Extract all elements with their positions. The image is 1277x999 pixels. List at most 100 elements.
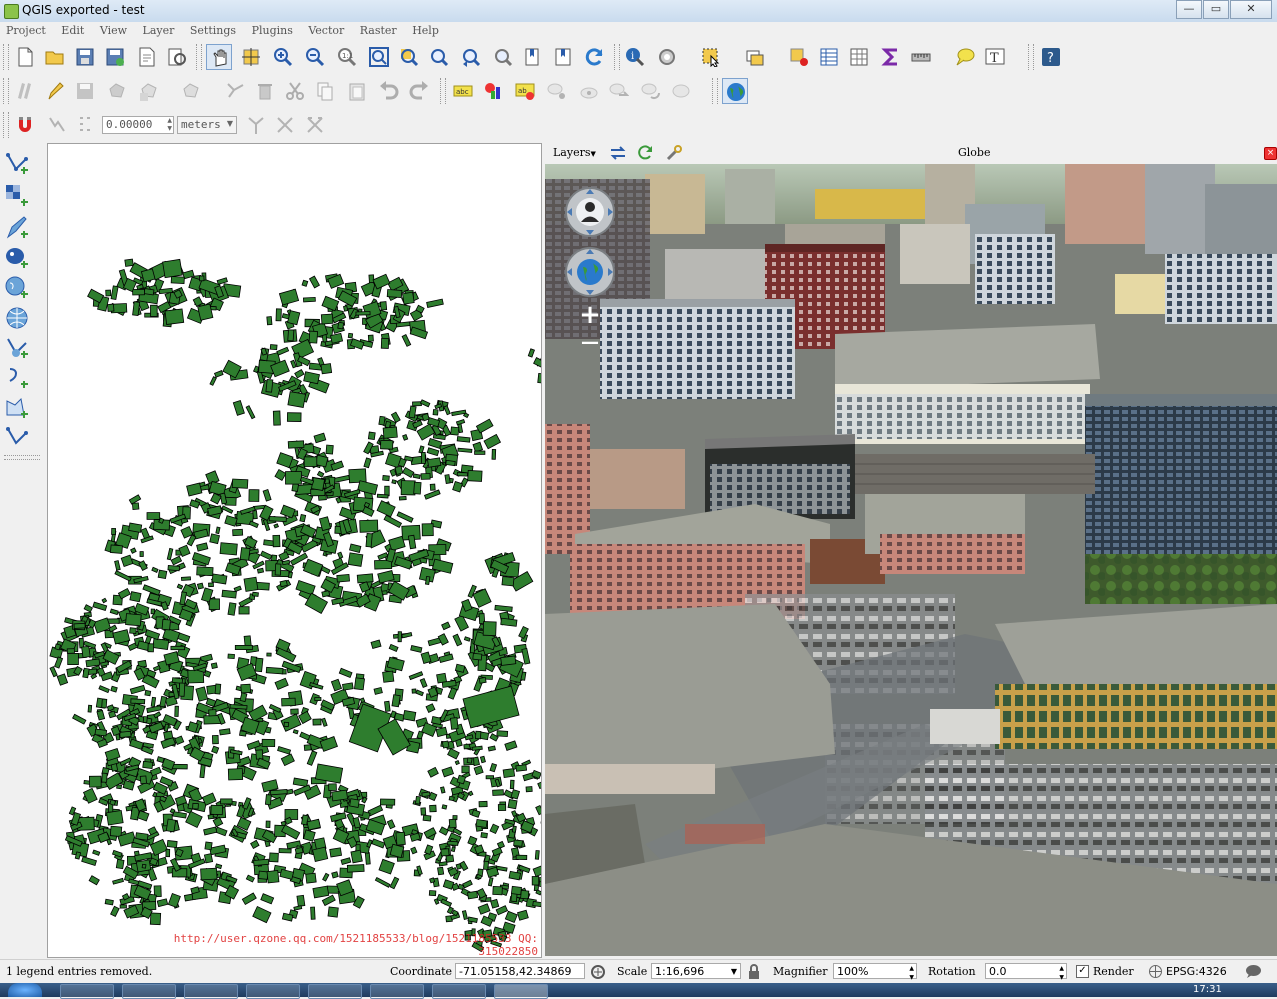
- pan-to-selection-icon[interactable]: [238, 44, 264, 70]
- snapping-intersection-icon[interactable]: [272, 112, 298, 138]
- refresh-globe-icon[interactable]: [637, 144, 655, 162]
- new-shapefile-icon[interactable]: [4, 395, 30, 421]
- zoom-full-icon[interactable]: [366, 44, 392, 70]
- zoom-in-icon[interactable]: [270, 44, 296, 70]
- show-hide-labels-icon[interactable]: [576, 78, 602, 104]
- label-icon[interactable]: abc: [450, 78, 476, 104]
- add-spatialite-icon[interactable]: [4, 275, 30, 301]
- cut-features-icon[interactable]: [282, 78, 308, 104]
- help-icon[interactable]: ?: [1038, 44, 1064, 70]
- refresh-icon[interactable]: [582, 44, 608, 70]
- crs-icon[interactable]: [1148, 964, 1163, 979]
- node-tool-icon[interactable]: [178, 78, 204, 104]
- units-select[interactable]: meters ▼: [177, 116, 237, 134]
- snapping-type-icon[interactable]: [44, 112, 70, 138]
- menu-project[interactable]: Project: [0, 22, 52, 37]
- add-virtual-layer-icon[interactable]: [4, 425, 30, 451]
- pan-icon[interactable]: [206, 44, 232, 70]
- edits-icon[interactable]: [12, 78, 38, 104]
- toolbar-grip[interactable]: [3, 44, 9, 70]
- move-label-icon[interactable]: [606, 78, 632, 104]
- zoom-last-icon[interactable]: [458, 44, 484, 70]
- toolbar-grip[interactable]: [3, 78, 9, 104]
- snapping-vertex-icon[interactable]: [74, 112, 100, 138]
- copy-features-icon[interactable]: [312, 78, 338, 104]
- coordinate-field[interactable]: -71.05158,42.34869: [455, 963, 585, 979]
- statistics-icon[interactable]: [878, 44, 904, 70]
- measure-tool-icon[interactable]: [654, 44, 680, 70]
- menu-layer[interactable]: Layer: [137, 22, 181, 37]
- globe-icon[interactable]: [722, 78, 748, 104]
- menu-view[interactable]: View: [94, 22, 133, 37]
- toolbar-grip[interactable]: [712, 78, 718, 104]
- close-panel-icon[interactable]: ×: [1264, 147, 1277, 160]
- add-delimited-text-icon[interactable]: [4, 215, 30, 241]
- pin-labels-icon[interactable]: [544, 78, 570, 104]
- toolbar-grip[interactable]: [4, 455, 40, 460]
- toolbar-grip[interactable]: [614, 44, 620, 70]
- crs-status[interactable]: EPSG:4326: [1166, 965, 1227, 978]
- lock-scale-icon[interactable]: [747, 964, 761, 980]
- show-bookmarks-icon[interactable]: [550, 44, 576, 70]
- menu-edit[interactable]: Edit: [55, 22, 90, 37]
- toolbar-grip[interactable]: [3, 112, 9, 138]
- save-as-icon[interactable]: [102, 44, 128, 70]
- new-bookmark-icon[interactable]: [520, 44, 546, 70]
- add-raster-layer-icon[interactable]: [4, 183, 30, 209]
- menu-help[interactable]: Help: [406, 22, 445, 37]
- rotate-label-icon[interactable]: [638, 78, 664, 104]
- select-by-expression-icon[interactable]: [742, 44, 768, 70]
- new-project-icon[interactable]: [12, 44, 38, 70]
- zoom-out-icon[interactable]: [302, 44, 328, 70]
- menu-raster[interactable]: Raster: [354, 22, 403, 37]
- zoom-layer-icon[interactable]: [426, 44, 452, 70]
- toggle-editing-icon[interactable]: [42, 78, 68, 104]
- text-annotation-icon[interactable]: T: [982, 44, 1008, 70]
- scale-select[interactable]: 1:16,696 ▼: [651, 963, 741, 979]
- map-canvas[interactable]: http://user.qzone.qq.com/1521185533/blog…: [47, 143, 542, 958]
- add-postgis-icon[interactable]: [4, 245, 30, 271]
- render-checkbox[interactable]: ✓: [1076, 965, 1089, 978]
- redo-icon[interactable]: [406, 78, 432, 104]
- toggle-extents-icon[interactable]: [590, 964, 606, 980]
- delete-icon[interactable]: [252, 78, 278, 104]
- change-label-icon[interactable]: [668, 78, 694, 104]
- zoom-out-button[interactable]: —: [577, 332, 603, 354]
- globe-3d-view[interactable]: + —: [545, 164, 1277, 956]
- delete-selected-icon[interactable]: [222, 78, 248, 104]
- attribute-table-icon[interactable]: [816, 44, 842, 70]
- spin-down-icon[interactable]: ▼: [167, 125, 172, 132]
- zoom-selection-icon[interactable]: [396, 44, 422, 70]
- deselect-icon[interactable]: [786, 44, 812, 70]
- minimize-button[interactable]: —: [1176, 0, 1202, 19]
- magnifier-spinbox[interactable]: 100% ▲ ▼: [833, 963, 917, 979]
- close-button[interactable]: ✕: [1230, 0, 1272, 19]
- identify-icon[interactable]: i: [622, 44, 648, 70]
- layer-diagram-icon[interactable]: [480, 78, 506, 104]
- toolbar-grip[interactable]: [440, 78, 446, 104]
- menu-settings[interactable]: Settings: [184, 22, 242, 37]
- sync-extent-icon[interactable]: [609, 144, 627, 162]
- globe-settings-icon[interactable]: [665, 144, 683, 162]
- select-features-icon[interactable]: [698, 44, 724, 70]
- undo-icon[interactable]: [376, 78, 402, 104]
- map-tips-icon[interactable]: [952, 44, 978, 70]
- print-composer-icon[interactable]: [134, 44, 160, 70]
- add-vector-layer-icon[interactable]: [4, 151, 30, 177]
- measure-line-icon[interactable]: [908, 44, 934, 70]
- add-feature-icon[interactable]: [104, 78, 130, 104]
- label-highlight-icon[interactable]: ab: [512, 78, 538, 104]
- paste-features-icon[interactable]: [344, 78, 370, 104]
- snapping-topology-icon[interactable]: [243, 112, 269, 138]
- layers-dropdown[interactable]: Layers▼: [553, 146, 596, 159]
- composer-manager-icon[interactable]: [164, 44, 190, 70]
- save-project-icon[interactable]: [72, 44, 98, 70]
- tolerance-spinbox[interactable]: 0.00000 ▲ ▼: [102, 116, 174, 134]
- avoid-overlap-icon[interactable]: [302, 112, 328, 138]
- toolbar-grip[interactable]: [196, 44, 202, 70]
- rotation-spinbox[interactable]: 0.0 ▲ ▼: [985, 963, 1067, 979]
- add-wfs-icon[interactable]: [4, 365, 30, 391]
- snapping-magnet-icon[interactable]: [12, 112, 38, 138]
- add-wcs-icon[interactable]: [4, 335, 30, 361]
- toolbar-grip[interactable]: [1028, 44, 1034, 70]
